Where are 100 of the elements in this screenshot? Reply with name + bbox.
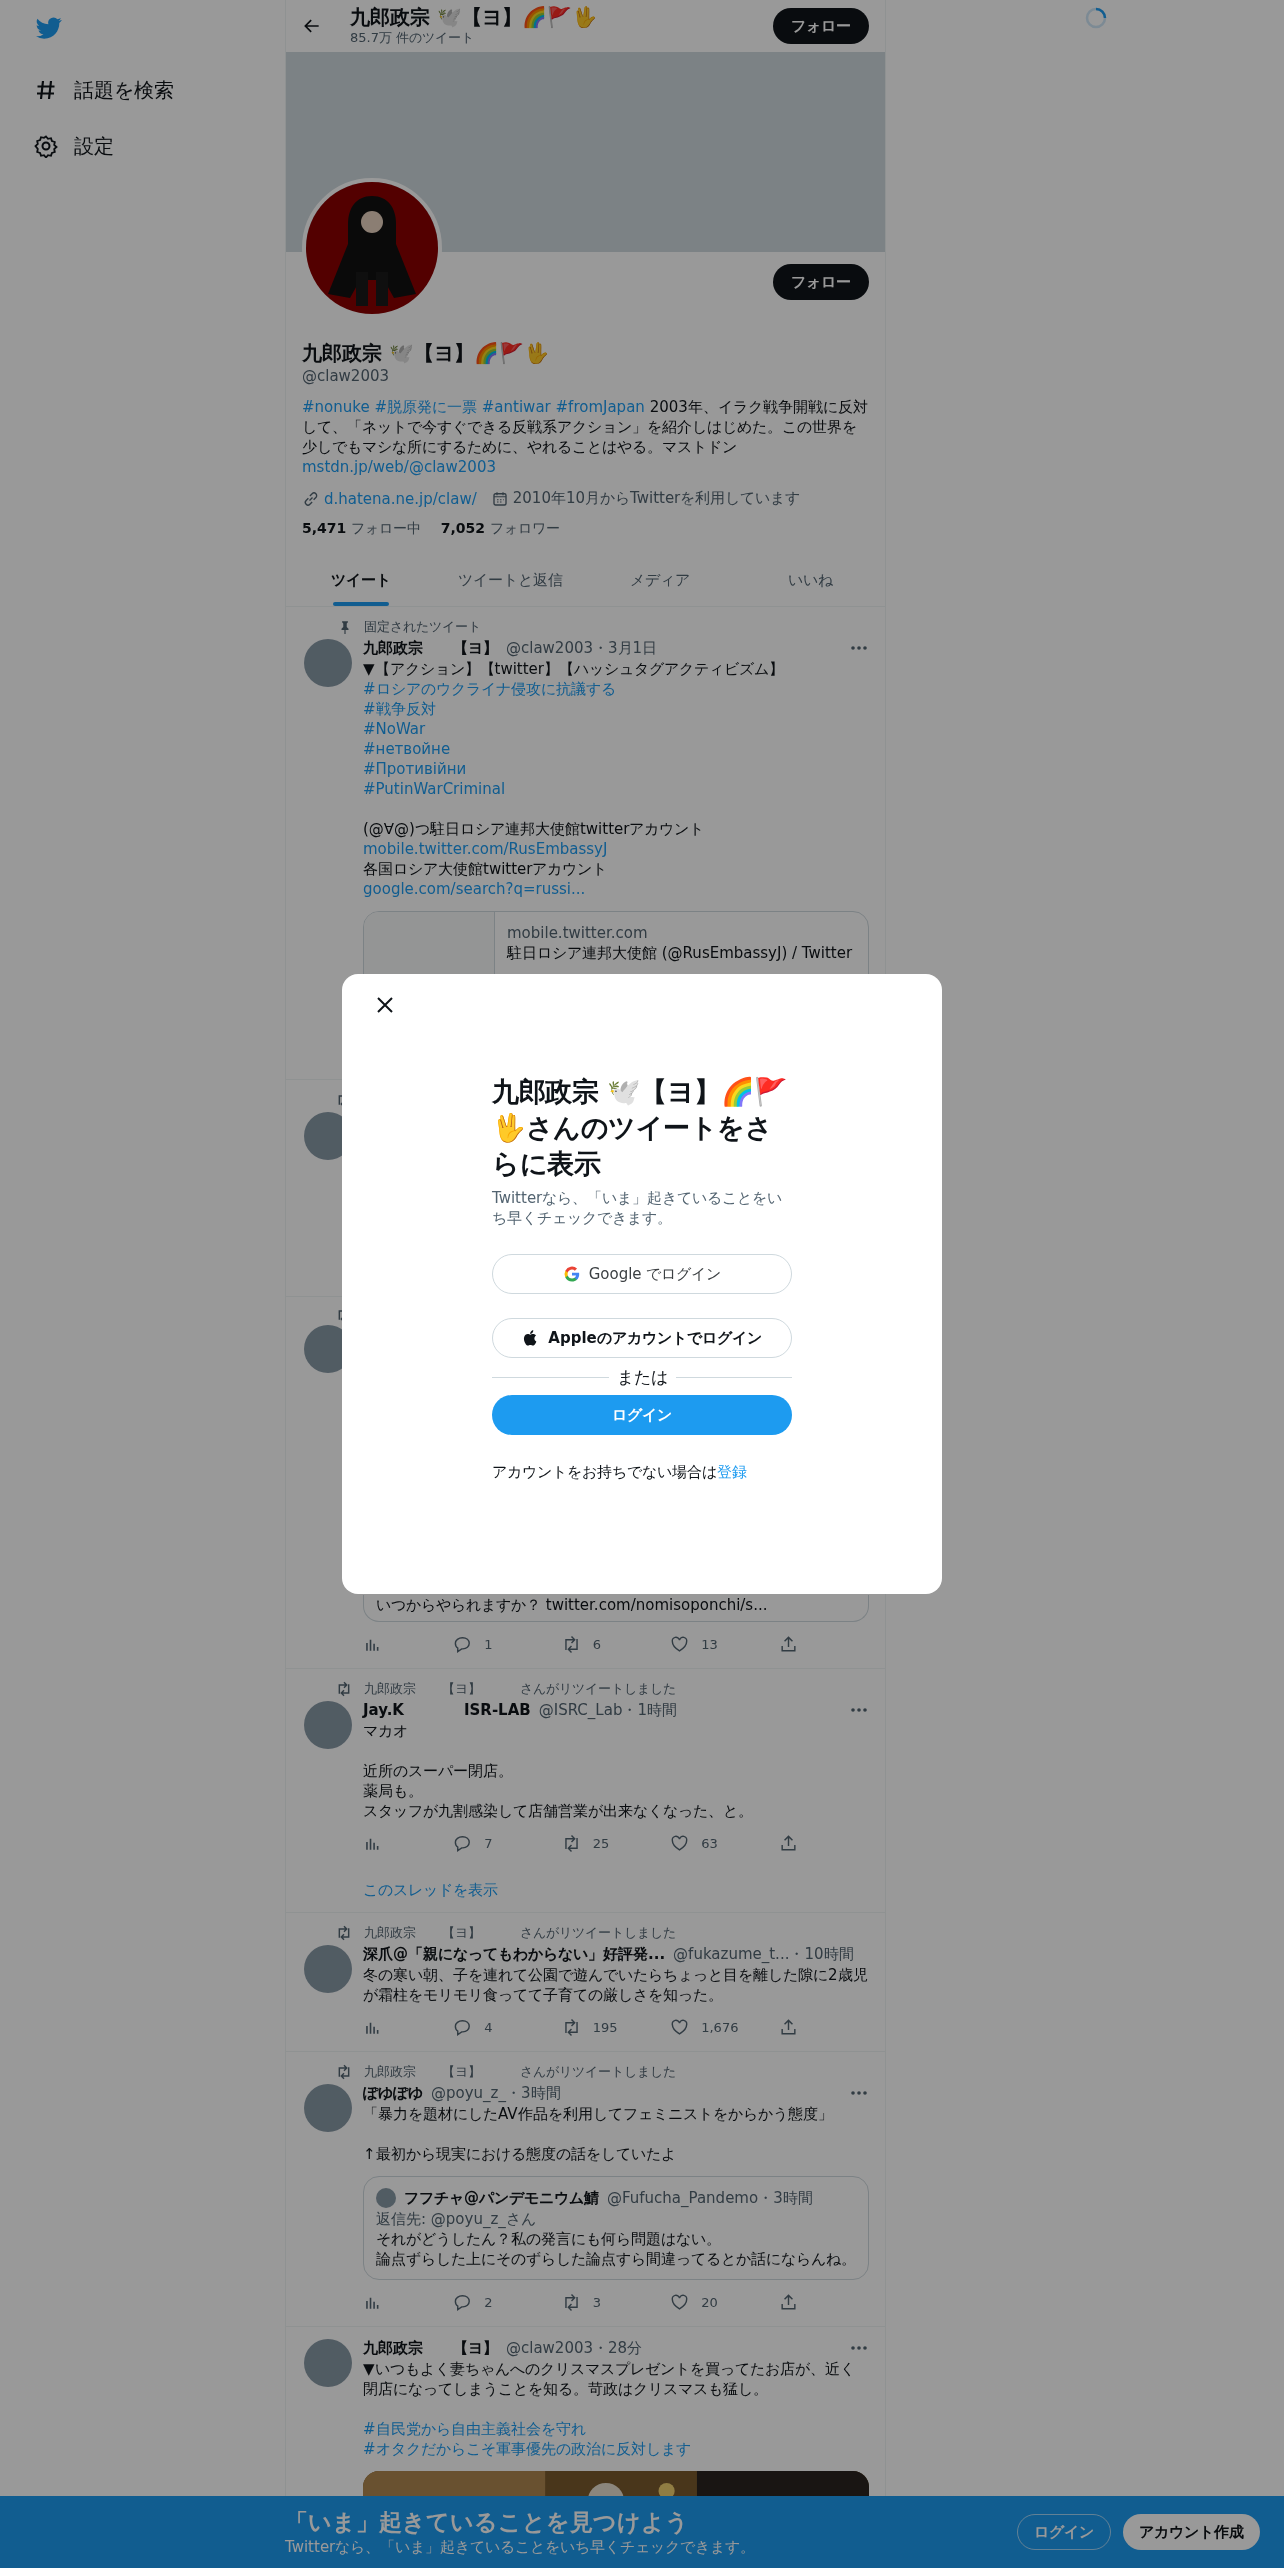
hashtag-link[interactable]: #нетвойне (363, 740, 451, 758)
tweet-text: 論点ずらした上にそのずらした論点すら間違ってるとか話にならんね。 (376, 2249, 856, 2269)
follow-button[interactable]: フォロー (773, 264, 869, 300)
reply-icon[interactable] (453, 1833, 473, 1853)
author-name[interactable]: ぽゆぽゆ (363, 2083, 423, 2103)
tweet-time[interactable]: ・3月1日 (593, 638, 658, 658)
hashtag-link[interactable]: #Противійни (363, 760, 467, 778)
quote-tweet[interactable]: フフチャ@パンデモニウム鯖 @Fufucha_Pandemo・3時間 返信先: @poyu_z_さん それがどうしたん？私の発言にも何ら問題はない。 論点ずらした上にそのずらした論点すら間違ってるとか話にならんね。 (363, 2176, 869, 2280)
following-count[interactable]: 5,471 (302, 520, 347, 536)
signup-button[interactable]: アカウント作成 (1123, 2514, 1260, 2550)
pinned-label: 固定されたツイート (364, 618, 481, 636)
sidebar-item[interactable]: 話題を検索 (74, 76, 174, 104)
calendar-icon (490, 489, 509, 508)
tweet-text: 薬局も。 (363, 1781, 424, 1801)
sidebar-item[interactable]: 設定 (74, 132, 114, 160)
tweet-time[interactable]: ・3時間 (505, 2083, 561, 2103)
dialog-title: 九郎政宗 🕊【ヨ】🌈🚩🖖さんのツイートをさらに表示 (492, 1075, 789, 1181)
author-handle[interactable]: @claw2003 (506, 639, 594, 657)
join-date: 2010年10月からTwitterを利用しています (512, 489, 801, 508)
hashtag-link[interactable]: #オタクだからこそ軍事優先の政治に反対します (363, 2440, 691, 2458)
hashtag-link[interactable]: mobile.twitter.com/RusEmbassyJ (363, 840, 608, 858)
author-name[interactable]: 九郎政宗 【ヨ】 (363, 2338, 498, 2358)
bio-link[interactable]: #脱原発に一票 (374, 398, 477, 416)
followers-label[interactable]: フォロワー (489, 520, 560, 536)
retweet-count: 3 (592, 2294, 602, 2310)
card-title: 駐日ロシア連邦大使館 (@RusEmbassyJ) / Twitter (507, 944, 853, 963)
profile-tab[interactable]: いいね (735, 554, 885, 606)
hashtag-link[interactable]: #PutinWarCriminal (363, 780, 506, 798)
retweet-icon (336, 1681, 352, 1697)
retweeted-by-label: 九郎政宗 【ヨ】 さんがリツイートしました (364, 1924, 676, 1942)
profile-tab[interactable]: ツイートと返信 (435, 554, 586, 606)
profile-tab[interactable]: メディア (585, 554, 736, 606)
like-count: 13 (701, 1636, 718, 1652)
dialog-subtitle: Twitterなら、「いま」起きていることをいち早くチェックできます。 (492, 1188, 784, 1228)
twitter-logo[interactable] (34, 14, 64, 40)
divider-label: または (616, 1366, 668, 1389)
bio-link[interactable]: mstdn.jp/web/@claw2003 (302, 458, 496, 476)
close-icon (375, 995, 395, 1015)
author-handle[interactable]: @fukazume_t... (673, 1945, 790, 1963)
reply-count: 1 (484, 1636, 493, 1652)
google-login-button[interactable]: Google でログイン (492, 1254, 792, 1294)
tweet-text: ▼【アクション】【twitter】【ハッシュタグアクティビズム】 (363, 659, 785, 679)
author-handle[interactable]: @claw2003 (506, 2339, 594, 2357)
share-icon[interactable] (778, 1833, 798, 1853)
retweet-icon (336, 1925, 352, 1941)
share-icon[interactable] (778, 1634, 798, 1654)
heart-icon[interactable] (670, 2292, 690, 2312)
bio-link[interactable]: #antiwar (481, 398, 551, 416)
link-icon (302, 489, 320, 508)
banner-subtitle: Twitterなら、「いま」起きていることをいち早くチェックできます。 (285, 2538, 757, 2557)
retweet-count: 25 (592, 1835, 610, 1851)
card-domain: mobile.twitter.com (507, 924, 649, 942)
author-handle: @Fufucha_Pandemo (607, 2189, 759, 2207)
tweet-time[interactable]: ・10時間 (789, 1944, 854, 1964)
apple-login-button[interactable]: Appleのアカウントでログイン (492, 1318, 792, 1358)
followers-count[interactable]: 7,052 (440, 520, 486, 536)
hashtag-link[interactable]: google.com/search?q=russi... (363, 880, 586, 898)
tweet-text: 各国ロシア大使館twitterアカウント (363, 859, 609, 879)
reply-icon[interactable] (453, 2017, 473, 2037)
tweet-text: (@∀@)つ駐日ロシア連邦大使館twitterアカウント (363, 819, 706, 839)
tweet-text: ▼いつもよく妻ちゃんへのクリスマスプレゼントを買ってたお店が、近く閉店になってしまうことを知る。苛政はクリスマスも猛し。 (363, 2359, 856, 2399)
author-name[interactable]: 九郎政宗 【ヨ】 (363, 638, 498, 658)
following-label[interactable]: フォロー中 (350, 520, 421, 536)
reply-icon[interactable] (453, 2292, 473, 2312)
retweet-icon (336, 2064, 352, 2080)
tweet-time[interactable]: ・1時間 (622, 1700, 677, 1720)
profile-handle: @claw2003 (302, 367, 391, 385)
settings-icon (34, 134, 58, 158)
like-count: 1,676 (701, 2019, 739, 2035)
signup-link[interactable]: 登録 (717, 1463, 747, 1481)
heart-icon[interactable] (670, 1634, 690, 1654)
hashtag-link[interactable]: #戦争反対 (363, 700, 436, 718)
tweet-time[interactable]: ・28分 (593, 2338, 643, 2358)
tweet-text: 「暴力を題材にしたAV作品を利用してフェミニストをからかう態度」 (363, 2104, 834, 2124)
author-name[interactable]: 深爪@「親になってもわからない」好評発... (363, 1944, 666, 1964)
like-count: 63 (701, 1835, 718, 1851)
website-link[interactable]: d.hatena.ne.jp/claw/ (324, 489, 477, 508)
hashtag-link[interactable]: #ロシアのウクライナ侵攻に抗議する (363, 680, 616, 698)
author-handle[interactable]: @ISRC_Lab (538, 1701, 623, 1719)
bio-link[interactable]: #nonuke (302, 398, 370, 416)
hashtag-link[interactable]: #自民党から自由主義社会を守れ (363, 2420, 586, 2438)
author-name[interactable]: Jay.K ISR-LAB (363, 1700, 531, 1720)
heart-icon[interactable] (670, 2017, 690, 2037)
reply-to-label: 返信先: @poyu_z_さん (376, 2209, 537, 2229)
share-icon[interactable] (778, 2017, 798, 2037)
show-thread-link[interactable]: このスレッドを表示 (363, 1881, 498, 1899)
share-icon[interactable] (778, 2292, 798, 2312)
author-handle[interactable]: @poyu_z_ (431, 2084, 506, 2102)
login-button[interactable]: ログイン (492, 1395, 792, 1435)
profile-tab[interactable]: ツイート (286, 554, 436, 606)
bio-link[interactable]: #fromJapan (555, 398, 645, 416)
retweet-count: 6 (592, 1636, 602, 1652)
follow-button[interactable]: フォロー (773, 8, 869, 44)
reply-icon[interactable] (453, 1634, 473, 1654)
heart-icon[interactable] (670, 1833, 690, 1853)
tweet-text: 冬の寒い朝、子を連れて公園で遊んでいたらちょっと目を離した隙に2歳児が霜柱をモリモリ食ってて子育ての厳しさを知った。 (363, 1965, 869, 2005)
tweet-text: マカオ (363, 1721, 409, 1741)
quote-tweet-text[interactable]: いつからやられますか？ twitter.com/nomisoponchi/s... (363, 1595, 869, 1622)
hashtag-link[interactable]: #NoWar (363, 720, 426, 738)
author-name: フフチャ@パンデモニウム鯖 (404, 2188, 599, 2208)
